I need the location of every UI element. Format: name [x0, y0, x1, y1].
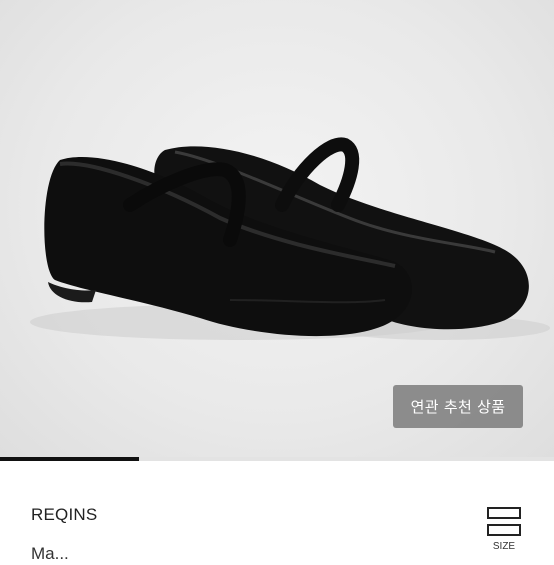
- related-products-label: 연관 추천 상품: [410, 398, 506, 416]
- carousel-progress-fill: [0, 457, 139, 461]
- related-products-button[interactable]: 연관 추천 상품: [393, 385, 523, 428]
- size-guide-icon: [487, 507, 521, 536]
- product-title: Ma...: [31, 544, 69, 563]
- brand-name[interactable]: REQINS: [31, 505, 97, 525]
- size-guide-button[interactable]: SIZE: [474, 505, 534, 565]
- size-guide-label: SIZE: [492, 541, 516, 552]
- image-carousel-progress: [0, 457, 554, 461]
